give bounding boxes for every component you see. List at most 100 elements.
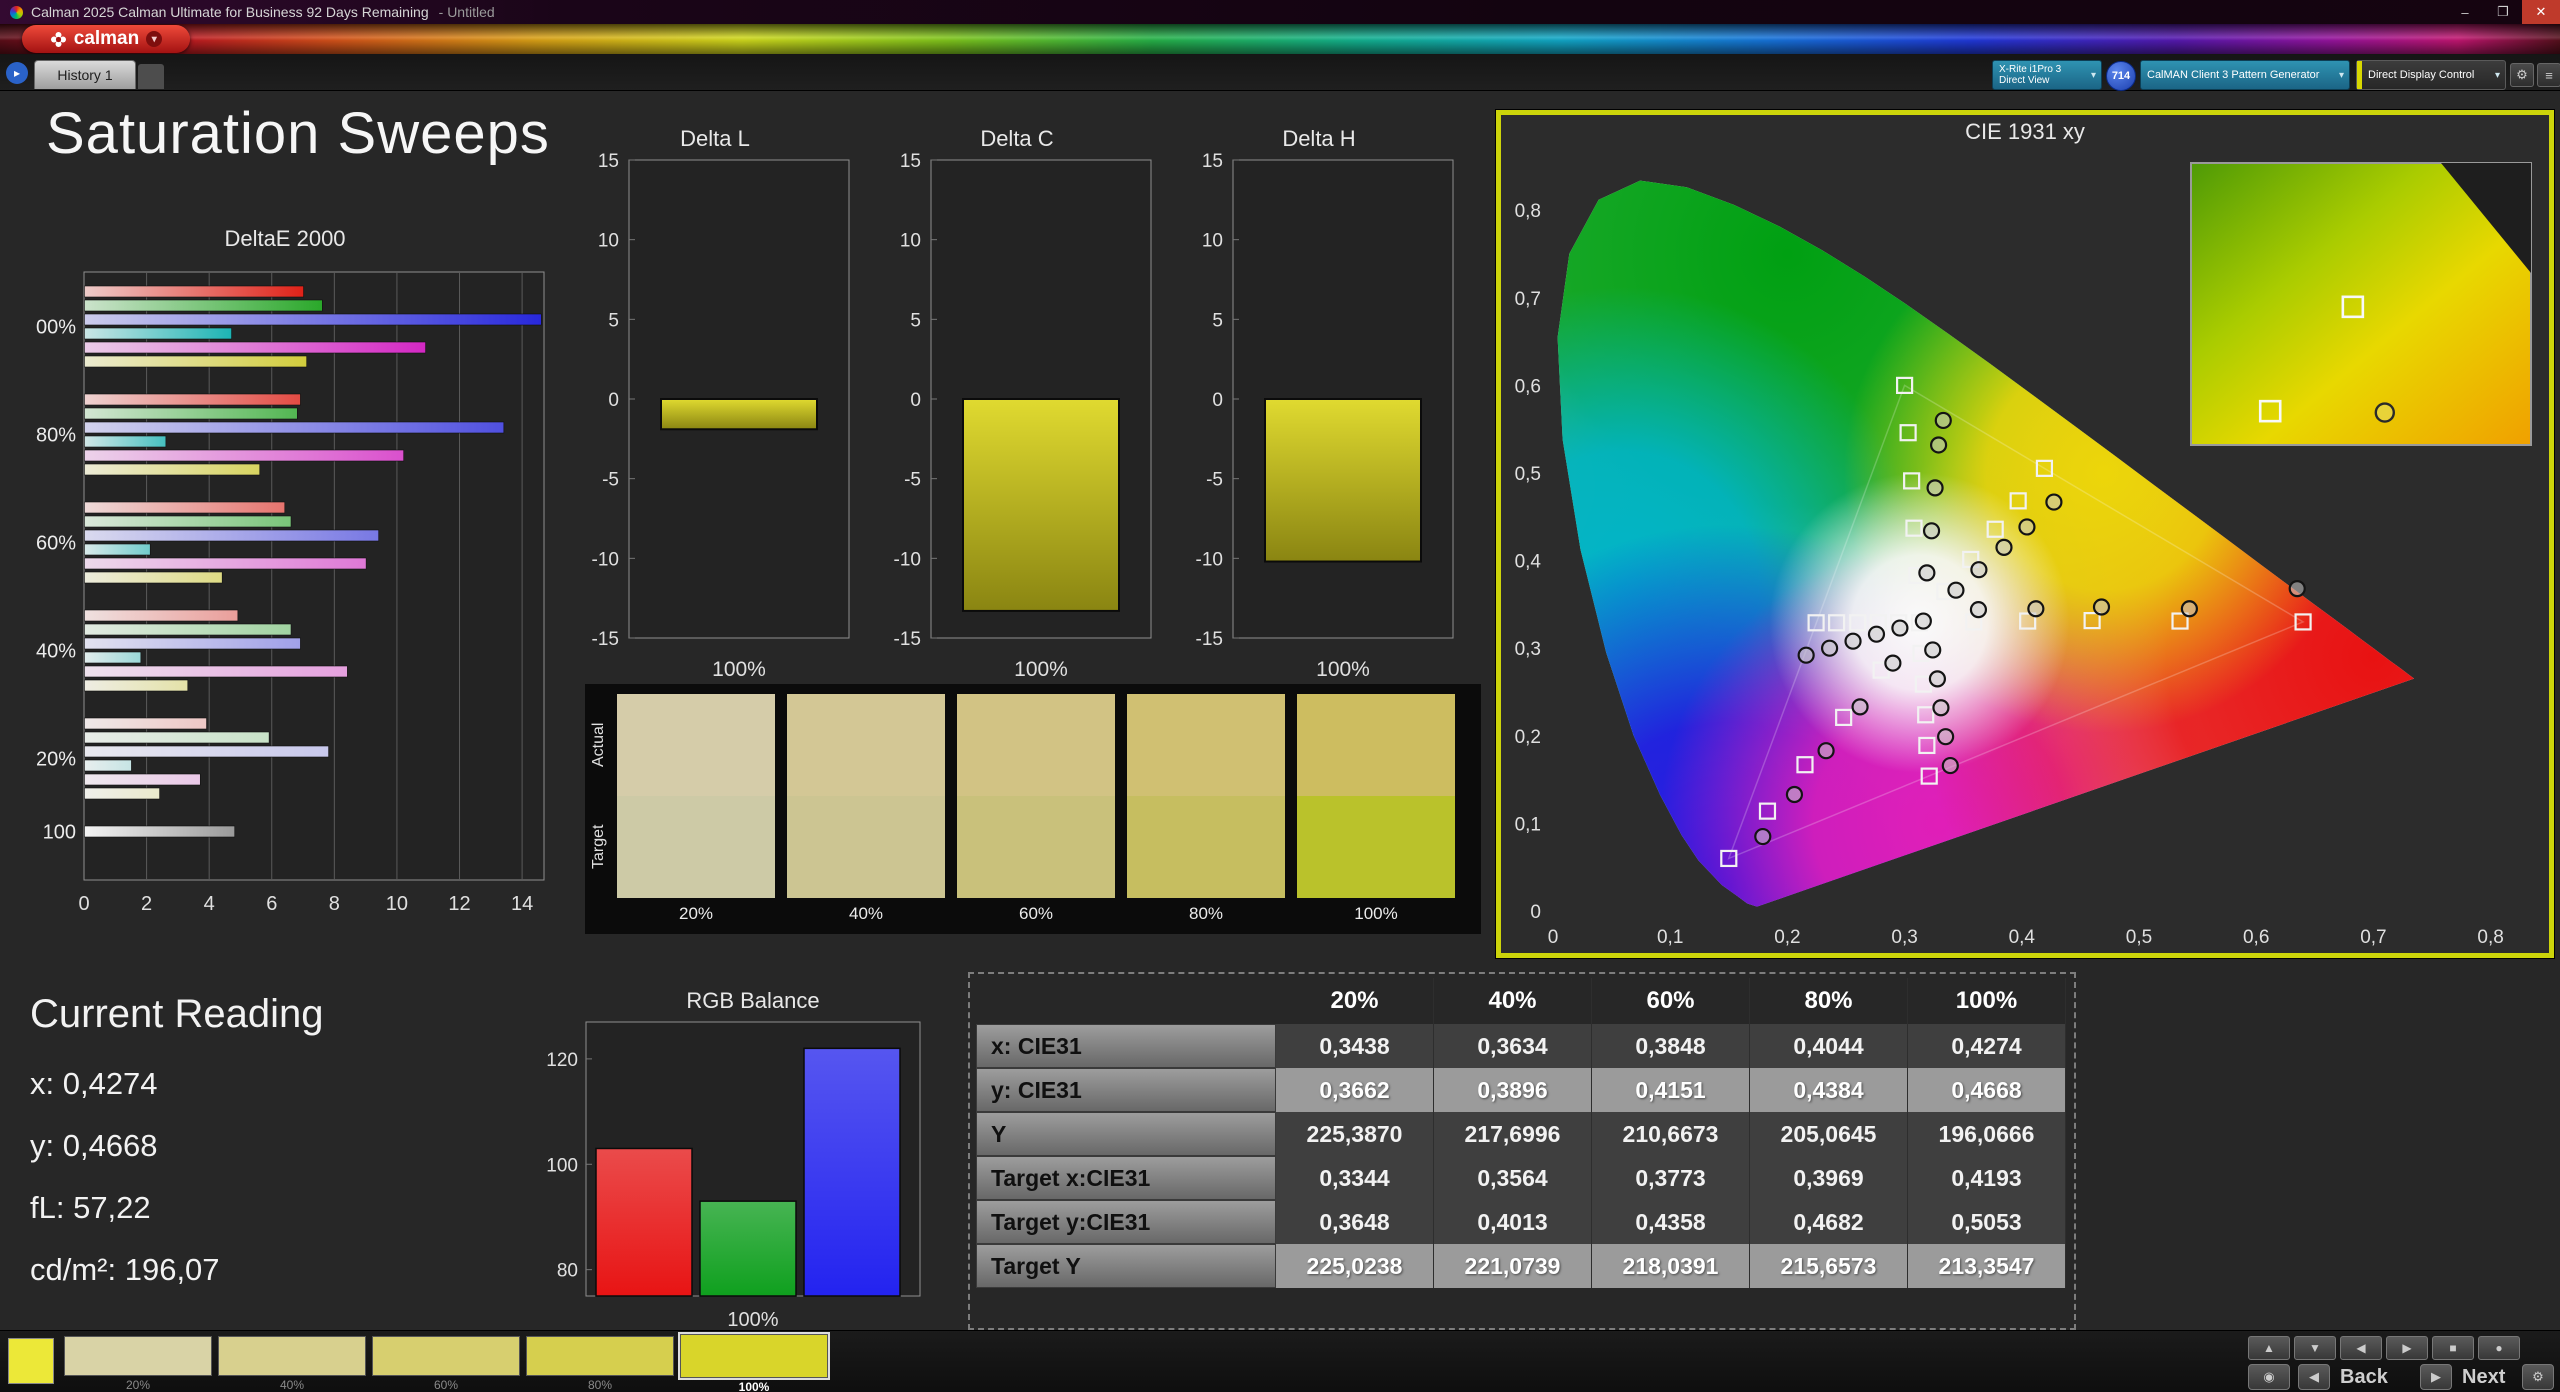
cie-measured-circle [2092,598,2111,616]
gear-button[interactable]: ⚙ [2522,1364,2554,1390]
pattern-generator-selector[interactable]: CalMAN Client 3 Pattern Generator ▾ [2140,60,2350,90]
table-cell: 0,3344 [1276,1156,1434,1200]
actual-swatch-20% [617,694,775,796]
table-column-header: 60% [1592,978,1750,1024]
deltae-bar [84,421,505,434]
pattern-control-button-1[interactable]: ▲ [2248,1336,2290,1360]
pattern-control-button-4[interactable]: ▶ [2386,1336,2428,1360]
back-arrow-button[interactable]: ◀ [2298,1364,2330,1390]
chevron-down-icon: ▾ [2494,69,2500,81]
deltae-bar [84,623,292,636]
svg-text:100: 100 [43,822,76,844]
table-cell: 217,6996 [1434,1112,1592,1156]
svg-text:10: 10 [598,231,619,252]
svg-text:10: 10 [1202,231,1223,252]
deltae-bar [84,543,151,556]
deltae-bar [84,435,167,448]
deltae-bar [84,355,307,368]
table-cell: 0,5053 [1908,1200,2066,1244]
settings-gear-button[interactable]: ⚙ [2510,63,2534,87]
pattern-control-button-2[interactable]: ▼ [2294,1336,2336,1360]
chevron-down-icon: ▾ [2090,69,2096,81]
table-cell: 0,4193 [1908,1156,2066,1200]
cie-measured-circle [1851,698,1869,716]
table-cell: 0,3634 [1434,1024,1592,1068]
deltae-bar [84,787,160,800]
pattern-control-button-5[interactable]: ■ [2432,1336,2474,1360]
calman-menu-button[interactable]: calman ▾ [22,25,190,53]
svg-text:-15: -15 [894,629,921,650]
next-arrow-button[interactable]: ▶ [2420,1364,2452,1390]
pattern-control-button-6[interactable]: ● [2478,1336,2520,1360]
svg-text:100%: 100% [36,317,76,339]
saturation-swatch-60%[interactable] [372,1336,520,1376]
next-button[interactable]: Next [2462,1366,2505,1389]
table-corner-cell [976,978,1276,1024]
maximize-button[interactable]: ❐ [2484,0,2522,24]
svg-text:0,5: 0,5 [2126,927,2152,948]
deltae-bar [84,449,404,462]
saturation-swatch-20%[interactable] [64,1336,212,1376]
swatch-column-label: 40% [848,904,884,923]
cie-measured-circle [1926,479,1944,497]
display-control-selector[interactable]: Direct Display Control ▾ [2356,60,2506,90]
cie-measured-circle [2045,493,2063,511]
app-icon [10,5,23,19]
svg-text:0: 0 [1548,927,1559,948]
pattern-control-button-3[interactable]: ◀ [2340,1336,2382,1360]
svg-text:0,2: 0,2 [1774,927,1800,948]
deltae-bar [84,759,132,772]
actual-swatch-60% [957,694,1115,796]
display-status-strip [2357,61,2362,89]
delta-bar [1264,398,1422,563]
svg-text:15: 15 [1202,151,1223,172]
svg-text:20%: 20% [36,749,76,771]
close-button[interactable]: ✕ [2522,0,2560,24]
table-cell: 0,3848 [1592,1024,1750,1068]
swatch-column-label: 100% [1354,904,1398,923]
tab-scroll-button[interactable]: ▸ [6,62,28,84]
deltae-bar [84,609,239,622]
delta-h-chart: 15 10 5 0 -5 -10 -15 100% [1196,151,1454,681]
svg-text:0,2: 0,2 [1515,727,1541,748]
table-cell: 0,4668 [1908,1068,2066,1112]
tab-stub[interactable] [138,64,164,89]
saturation-swatch-label: 40% [279,1378,305,1392]
cie-panel[interactable]: CIE 1931 xy 0 0 0,1 0,1 0,2 0,2 0,3 0,3 0,4 0,4 0,… [1496,110,2554,958]
table-cell: 213,3547 [1908,1244,2066,1288]
deltae-bar [84,825,236,838]
deltae-bar [84,515,292,528]
table-row-label: Target x:CIE31 [976,1156,1276,1200]
cie-measured-circle [1820,639,1839,657]
deltae-bar [84,651,142,664]
svg-text:100%: 100% [712,658,766,681]
table-cell: 0,4682 [1750,1200,1908,1244]
deltae-bar [84,393,301,406]
saturation-swatch-100%[interactable] [678,1332,830,1380]
svg-text:0,6: 0,6 [1515,376,1541,397]
cie-measured-circle [1924,641,1942,659]
swatch-column-label: 20% [678,904,714,923]
back-button[interactable]: Back [2340,1366,2388,1389]
cie-measured-circle [1844,632,1862,650]
saturation-swatch-80%[interactable] [526,1336,674,1376]
deltae-bar [84,571,223,584]
meter-status-button[interactable]: ◉ [2248,1364,2290,1390]
page-title: Saturation Sweeps [46,101,550,166]
saturation-swatch-40%[interactable] [218,1336,366,1376]
target-swatch-80% [1127,796,1285,898]
table-cell: 225,3870 [1276,1112,1434,1156]
minimize-button[interactable]: – [2446,0,2484,24]
target-row-label: Target [590,824,607,870]
meter-selector[interactable]: X-Rite i1Pro 3 Direct View ▾ [1992,60,2102,90]
table-header-row: 20% 40% 60% 80% 100% [976,978,2068,1024]
deltae-bar [84,299,323,312]
cie-measured-circle [1918,564,1936,582]
meter-mode: Direct View [1999,75,2050,86]
svg-text:60%: 60% [36,533,76,555]
table-row-label: Target y:CIE31 [976,1200,1276,1244]
tab-history-1[interactable]: History 1 [34,60,136,89]
saturation-swatch-label: 60% [433,1378,459,1392]
menu-button[interactable]: ≡ [2537,63,2560,87]
logo-caret-icon: ▾ [146,31,163,47]
